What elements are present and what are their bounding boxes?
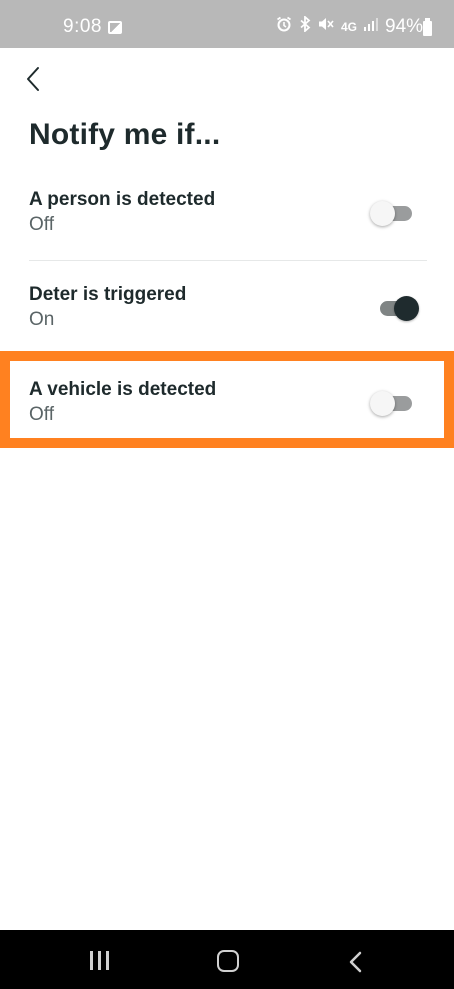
- lte-icon: 4G: [341, 20, 358, 34]
- recents-icon[interactable]: [90, 951, 112, 971]
- alarm-icon: [276, 16, 292, 38]
- photo-icon: [108, 21, 122, 34]
- divider: [29, 260, 427, 261]
- signal-icon: [364, 17, 379, 37]
- toggle-thumb: [370, 391, 395, 416]
- deter-triggered-toggle[interactable]: [370, 294, 419, 322]
- setting-status: Off: [29, 214, 54, 235]
- status-icons: 4G: [276, 15, 379, 38]
- status-time: 9:08: [63, 16, 102, 37]
- bluetooth-icon: [299, 15, 311, 38]
- navigation-bar: [0, 930, 454, 989]
- setting-status: Off: [29, 404, 54, 425]
- battery-percent: 94%: [385, 16, 424, 37]
- toggle-thumb: [394, 296, 419, 321]
- back-button[interactable]: [20, 62, 50, 96]
- mute-icon: [318, 16, 334, 38]
- battery-icon: [423, 18, 432, 36]
- page-title: Notify me if...: [29, 118, 221, 151]
- person-detected-toggle[interactable]: [370, 199, 414, 227]
- chevron-left-icon: [27, 67, 39, 91]
- toggle-thumb: [370, 201, 395, 226]
- vehicle-detected-toggle[interactable]: [370, 389, 414, 417]
- home-icon[interactable]: [217, 950, 239, 972]
- nav-back-icon[interactable]: [346, 950, 366, 974]
- setting-row-vehicle-detected: A vehicle is detected Off: [0, 379, 454, 463]
- setting-row-deter-triggered: Deter is triggered On: [0, 284, 454, 368]
- setting-title: A vehicle is detected: [29, 379, 217, 400]
- status-bar: 9:08 4G 94%: [0, 0, 454, 48]
- setting-title: A person is detected: [29, 189, 216, 210]
- setting-status: On: [29, 309, 55, 330]
- setting-title: Deter is triggered: [29, 284, 187, 305]
